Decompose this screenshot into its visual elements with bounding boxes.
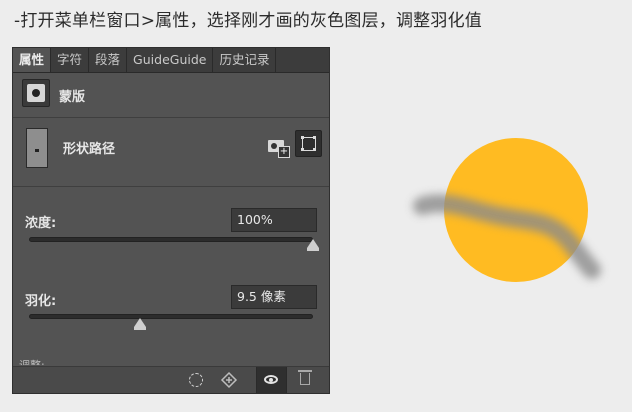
properties-panel: 属性 字符 段落 GuideGuide 历史记录 蒙版 形状路径 + 浓度: 1…: [12, 47, 330, 394]
mask-thumbnail-icon: [22, 79, 50, 107]
tab-character[interactable]: 字符: [51, 48, 90, 72]
apply-mask-icon[interactable]: [218, 371, 240, 389]
density-input[interactable]: 100%: [231, 208, 317, 232]
shape-path-label: 形状路径: [63, 142, 116, 157]
feather-slider-thumb[interactable]: [133, 318, 146, 330]
trash-icon[interactable]: [298, 370, 312, 385]
density-slider-track[interactable]: [29, 237, 313, 242]
add-pixel-mask-icon[interactable]: +: [266, 137, 290, 159]
density-label: 浓度:: [25, 216, 57, 231]
feather-label: 羽化:: [25, 294, 57, 309]
instruction-text: -打开菜单栏窗口>属性，选择刚才画的灰色图层，调整羽化值: [14, 11, 482, 31]
feather-input[interactable]: 9.5 像素: [231, 285, 317, 309]
mask-label: 蒙版: [59, 90, 86, 105]
shape-path-section: 形状路径 +: [13, 118, 329, 187]
visibility-toggle-button[interactable]: [256, 367, 287, 393]
panel-bottom-bar: [13, 366, 329, 393]
preview-artwork: [413, 138, 601, 282]
tab-history[interactable]: 历史记录: [213, 48, 277, 72]
tab-paragraph[interactable]: 段落: [89, 48, 128, 72]
shape-thumbnail-icon: [26, 128, 48, 168]
mask-section-header: 蒙版: [13, 72, 329, 118]
add-vector-mask-icon[interactable]: [295, 130, 322, 157]
tab-guideguide[interactable]: GuideGuide: [127, 48, 214, 72]
eye-icon: [264, 375, 278, 384]
tab-properties[interactable]: 属性: [13, 48, 52, 72]
density-slider-thumb[interactable]: [307, 239, 319, 251]
adjust-label: 调整:: [19, 357, 45, 365]
feather-slider-track[interactable]: [29, 314, 313, 319]
load-selection-icon[interactable]: [185, 371, 207, 389]
panel-tab-bar: 属性 字符 段落 GuideGuide 历史记录: [13, 48, 329, 73]
